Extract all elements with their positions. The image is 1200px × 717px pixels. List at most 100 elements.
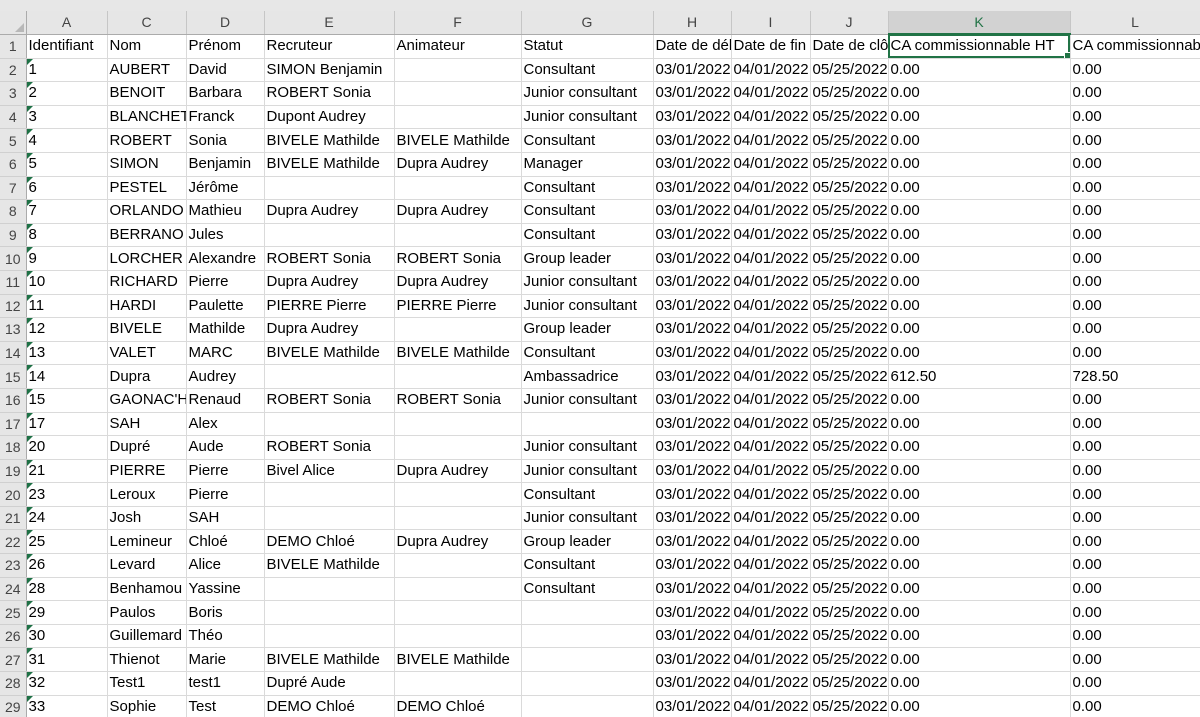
cell-a[interactable]: 31	[26, 647, 108, 673]
header-cell-e[interactable]: Recruteur	[264, 34, 395, 59]
cell-e[interactable]: DEMO Chloé	[264, 695, 395, 717]
cell-i[interactable]: 04/01/2022	[731, 624, 811, 649]
cell-e[interactable]: ROBERT Sonia	[264, 388, 395, 413]
cell-f[interactable]: DEMO Chloé	[394, 695, 522, 717]
cell-g[interactable]: Consultant	[521, 58, 654, 83]
cell-e[interactable]: BIVELE Mathilde	[264, 128, 395, 153]
cell-c[interactable]: Dupré	[107, 435, 187, 460]
cell-i[interactable]: 04/01/2022	[731, 128, 811, 153]
cell-f[interactable]: PIERRE Pierre	[394, 294, 522, 319]
cell-g[interactable]: Junior consultant	[521, 270, 654, 295]
cell-k[interactable]: 0.00	[888, 553, 1071, 578]
cell-c[interactable]: Paulos	[107, 600, 187, 625]
cell-h[interactable]: 03/01/2022	[653, 81, 732, 106]
cell-h[interactable]: 03/01/2022	[653, 529, 732, 555]
cell-i[interactable]: 04/01/2022	[731, 577, 811, 602]
cell-i[interactable]: 04/01/2022	[731, 270, 811, 295]
cell-j[interactable]: 05/25/2022	[810, 317, 889, 342]
cell-f[interactable]: Dupra Audrey	[394, 152, 522, 177]
cell-i[interactable]: 04/01/2022	[731, 364, 811, 389]
cell-a[interactable]: 1	[26, 58, 108, 83]
cell-i[interactable]: 04/01/2022	[731, 388, 811, 413]
cell-j[interactable]: 05/25/2022	[810, 81, 889, 106]
row-number[interactable]: 27	[0, 647, 27, 673]
cell-i[interactable]: 04/01/2022	[731, 81, 811, 106]
cell-f[interactable]	[394, 223, 522, 248]
row-number[interactable]: 5	[0, 128, 27, 153]
cell-l[interactable]: 0.00	[1070, 199, 1200, 224]
cell-h[interactable]: 03/01/2022	[653, 671, 732, 696]
cell-g[interactable]	[521, 624, 654, 649]
row-number[interactable]: 22	[0, 529, 27, 555]
cell-c[interactable]: Levard	[107, 553, 187, 578]
cell-l[interactable]: 0.00	[1070, 435, 1200, 460]
column-header-i[interactable]: I	[731, 11, 811, 35]
cell-f[interactable]	[394, 176, 522, 201]
cell-c[interactable]: Guillemard	[107, 624, 187, 649]
row-number[interactable]: 28	[0, 671, 27, 696]
cell-c[interactable]: LORCHER	[107, 246, 187, 271]
cell-j[interactable]: 05/25/2022	[810, 624, 889, 649]
cell-l[interactable]: 0.00	[1070, 695, 1200, 717]
column-header-a[interactable]: A	[26, 11, 108, 35]
cell-d[interactable]: Aude	[186, 435, 265, 460]
row-number[interactable]: 15	[0, 364, 27, 389]
cell-a[interactable]: 10	[26, 270, 108, 295]
cell-j[interactable]: 05/25/2022	[810, 341, 889, 366]
cell-h[interactable]: 03/01/2022	[653, 647, 732, 673]
cell-d[interactable]: Pierre	[186, 270, 265, 295]
cell-i[interactable]: 04/01/2022	[731, 317, 811, 342]
cell-d[interactable]: Boris	[186, 600, 265, 625]
cell-h[interactable]: 03/01/2022	[653, 364, 732, 389]
cell-e[interactable]: Dupra Audrey	[264, 199, 395, 224]
cell-a[interactable]: 8	[26, 223, 108, 248]
cell-h[interactable]: 03/01/2022	[653, 294, 732, 319]
cell-j[interactable]: 05/25/2022	[810, 199, 889, 224]
cell-e[interactable]	[264, 506, 395, 531]
cell-k[interactable]: 0.00	[888, 412, 1071, 437]
cell-h[interactable]: 03/01/2022	[653, 152, 732, 177]
cell-f[interactable]: ROBERT Sonia	[394, 388, 522, 413]
cell-j[interactable]: 05/25/2022	[810, 105, 889, 130]
cell-f[interactable]	[394, 577, 522, 602]
row-number[interactable]: 8	[0, 199, 27, 224]
cell-a[interactable]: 14	[26, 364, 108, 389]
row-number[interactable]: 3	[0, 81, 27, 106]
row-number[interactable]: 12	[0, 294, 27, 319]
cell-l[interactable]: 0.00	[1070, 176, 1200, 201]
cell-k[interactable]: 0.00	[888, 577, 1071, 602]
cell-l[interactable]: 0.00	[1070, 671, 1200, 696]
cell-j[interactable]: 05/25/2022	[810, 647, 889, 673]
cell-j[interactable]: 05/25/2022	[810, 128, 889, 153]
cell-k[interactable]: 0.00	[888, 176, 1071, 201]
row-number[interactable]: 23	[0, 553, 27, 578]
cell-g[interactable]: Group leader	[521, 317, 654, 342]
cell-e[interactable]: Dupont Audrey	[264, 105, 395, 130]
cell-f[interactable]: Dupra Audrey	[394, 270, 522, 295]
row-number[interactable]: 11	[0, 270, 27, 295]
cell-e[interactable]: Bivel Alice	[264, 459, 395, 484]
cell-f[interactable]	[394, 58, 522, 83]
cell-j[interactable]: 05/25/2022	[810, 176, 889, 201]
cell-a[interactable]: 21	[26, 459, 108, 484]
cell-h[interactable]: 03/01/2022	[653, 506, 732, 531]
cell-g[interactable]: Consultant	[521, 577, 654, 602]
cell-f[interactable]	[394, 482, 522, 507]
cell-f[interactable]	[394, 435, 522, 460]
header-cell-k[interactable]: CA commissionnable HT	[888, 34, 1071, 59]
row-number[interactable]: 20	[0, 482, 27, 507]
cell-g[interactable]: Junior consultant	[521, 294, 654, 319]
cell-d[interactable]: Pierre	[186, 482, 265, 507]
cell-g[interactable]: Junior consultant	[521, 105, 654, 130]
cell-a[interactable]: 32	[26, 671, 108, 696]
cell-h[interactable]: 03/01/2022	[653, 482, 732, 507]
cell-i[interactable]: 04/01/2022	[731, 482, 811, 507]
cell-c[interactable]: Dupra	[107, 364, 187, 389]
cell-g[interactable]: Junior consultant	[521, 506, 654, 531]
cell-d[interactable]: MARC	[186, 341, 265, 366]
cell-c[interactable]: ORLANDO	[107, 199, 187, 224]
cell-i[interactable]: 04/01/2022	[731, 246, 811, 271]
cell-c[interactable]: VALET	[107, 341, 187, 366]
cell-k[interactable]: 0.00	[888, 506, 1071, 531]
cell-d[interactable]: SAH	[186, 506, 265, 531]
